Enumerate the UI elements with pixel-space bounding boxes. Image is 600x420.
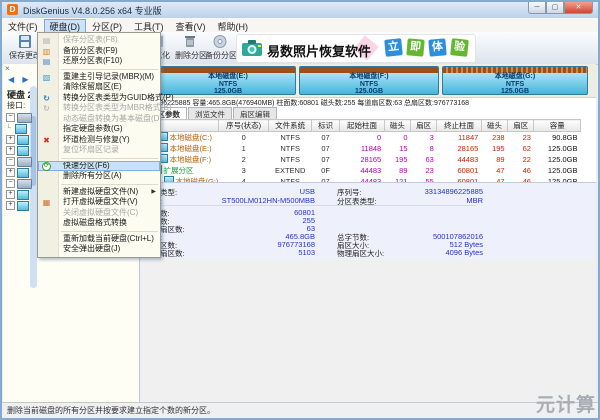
menu-separator <box>61 230 158 232</box>
camera-icon <box>241 39 263 62</box>
detail-row: 保留扇区数: 5103 物理扇区大小: 4096 Bytes <box>145 248 483 258</box>
menu-reset-bad-sectors[interactable]: 复位坏扇区记录 <box>38 145 160 156</box>
tree-node[interactable]: + <box>6 142 29 156</box>
table-header-row: 序号(状态) 文件系统 标识 起始柱面 磁头 扇区 终止柱面 磁头 扇区 容量 <box>141 119 581 132</box>
menu-vdisk-format-convert[interactable]: 虚拟磁盘格式转换 <box>38 218 160 229</box>
disk-menu-dropdown: ▤ 保存分区表(F8) ▥ 备份分区表(F9) ▤ 还原分区表(F10) ▧ 重建主引导… <box>37 32 174 258</box>
panel-close-icon[interactable]: × <box>5 64 10 73</box>
restore-table-icon: ▤ <box>42 57 51 66</box>
ad-cta-3[interactable]: 体 <box>428 38 447 57</box>
menu-dynamic-to-basic[interactable]: 动态磁盘转换为基本磁盘(D) <box>38 114 162 125</box>
menu-specify-disk-params[interactable]: 指定硬盘参数(G) <box>38 124 160 135</box>
menu-restore-partition-table[interactable]: ▤ 还原分区表(F10) <box>38 56 160 67</box>
tree-node[interactable]: └ <box>6 120 27 134</box>
disk-graph: 本地磁盘(E:) NTFS 125.0GB 本地磁盘(F:) NTFS 125.… <box>141 64 596 98</box>
tree-node[interactable]: − <box>6 109 32 123</box>
menu-new-virtual-disk[interactable]: 新建虚拟硬盘文件(N) ▶ <box>38 187 160 198</box>
app-icon: D <box>7 4 18 15</box>
menu-clear-reserved-sectors[interactable]: 清除保留扇区(E) <box>38 82 160 93</box>
menu-reload-current-disk[interactable]: 重新加载当前硬盘(Ctrl+L) <box>38 234 160 245</box>
partition-card-f[interactable]: 本地磁盘(F:) NTFS 125.0GB <box>299 66 439 95</box>
menu-save-partition-table[interactable]: ▤ 保存分区表(F8) <box>38 35 160 46</box>
close-button[interactable]: ✕ <box>564 2 593 14</box>
bad-track-icon: ✖ <box>43 135 50 145</box>
partition-icon <box>17 200 29 211</box>
menu-backup-partition-table[interactable]: ▥ 备份分区表(F9) <box>38 46 160 57</box>
title-bar[interactable]: D DiskGenius V4.8.0.256 x64 专业版 ─ ▢ ✕ <box>2 2 598 19</box>
menu-open-virtual-disk[interactable]: ▦ 打开虚拟硬盘文件(V) <box>38 197 160 208</box>
table-row[interactable]: 本地磁盘(C:) 0 NTFS 07 003 11847 238 23 90.8GB <box>142 132 581 144</box>
submenu-arrow-icon: ▶ <box>151 188 156 195</box>
ad-banner[interactable]: 易数照片恢复软件 立 即 体 验 <box>236 34 476 63</box>
maximize-button[interactable]: ▢ <box>546 2 564 14</box>
ad-cta-2[interactable]: 即 <box>406 38 425 57</box>
menu-separator <box>61 183 158 185</box>
tree-node[interactable]: − <box>6 153 32 167</box>
detail-row: 型号:ST500LM012HN-M500MBB分区表类型:MBR <box>145 196 483 206</box>
menu-bad-track-check[interactable]: ✖ 坏道检测与修复(Y) <box>38 135 160 146</box>
rebuild-mbr-icon: ▧ <box>42 72 51 82</box>
tree-node[interactable]: − <box>6 175 32 189</box>
diskgenius-window: D DiskGenius V4.8.0.256 x64 专业版 ─ ▢ ✕ 文件… <box>0 0 600 420</box>
status-bar: 删除当前磁盘的所有分区并按要求建立指定个数的新分区。 <box>2 402 598 418</box>
menu-safe-eject-disk[interactable]: 安全弹出硬盘(J) <box>38 244 160 255</box>
window-title: DiskGenius V4.8.0.256 x64 专业版 <box>23 6 162 16</box>
partition-card-e[interactable]: 本地磁盘(E:) NTFS 125.0GB <box>160 66 296 95</box>
menu-rebuild-mbr[interactable]: ▧ 重建主引导记录(MBR)(M) <box>38 72 160 83</box>
panel-nav-arrows[interactable]: ◀ ▶ <box>8 75 32 84</box>
delete-partition-button[interactable]: 删除分区 <box>175 33 207 63</box>
menu-separator <box>61 157 158 159</box>
disk-details-panel: 接口类型:USB序列号:33134896225885 型号:ST500LM012… <box>141 182 596 259</box>
minimize-button[interactable]: ─ <box>528 2 546 14</box>
tree-node[interactable]: + <box>6 131 29 145</box>
menu-bar: 文件(F) 硬盘(D) 分区(P) 工具(T) 查看(V) 帮助(H) <box>2 18 598 34</box>
tree-node[interactable]: + <box>6 186 29 200</box>
empty-area <box>141 258 596 402</box>
menu-quick-partition[interactable]: ⟳ 快速分区(F6) <box>38 160 160 171</box>
backup-partition-button[interactable]: 备份分区 <box>205 33 237 63</box>
save-icon <box>17 34 33 49</box>
main-area: 本地磁盘(E:) NTFS 125.0GB 本地磁盘(F:) NTFS 125.… <box>141 64 596 402</box>
detail-row: 接口类型: USB 序列号: 33134896225885 <box>145 187 483 197</box>
ad-cta-1[interactable]: 立 <box>384 38 403 57</box>
partition-table: 序号(状态) 文件系统 标识 起始柱面 磁头 扇区 终止柱面 磁头 扇区 容量 本地磁盘(C… <box>141 119 596 186</box>
open-vdisk-icon: ▦ <box>42 198 51 207</box>
backup-table-icon: ▥ <box>42 46 51 56</box>
menu-separator <box>61 68 158 70</box>
table-row[interactable]: 本地磁盘(E:) 1 NTFS 07 11848 15 8 28165 195 62 125… <box>142 143 581 154</box>
menu-delete-all-partitions[interactable]: 删除所有分区(A) <box>38 171 160 182</box>
save-table-icon: ▤ <box>42 36 51 45</box>
quick-partition-icon: ⟳ <box>42 161 51 171</box>
tree-node[interactable]: + <box>6 197 29 211</box>
table-row[interactable]: 本地磁盘(F:) 2 NTFS 07 28165 195 63 44483 89 22 12… <box>142 154 581 165</box>
menu-convert-to-mbr[interactable]: ↻ 转换分区表类型为MBR格式(B) <box>38 103 171 114</box>
menu-close-virtual-disk[interactable]: 关闭虚拟硬盘文件(C) <box>38 208 160 219</box>
convert-guid-icon: ↻ <box>43 93 50 103</box>
menu-convert-to-guid[interactable]: ↻ 转换分区表类型为GUID格式(P) <box>38 93 174 104</box>
table-row-extended[interactable]: 扩展分区 3 EXTEND 0F 44483 89 23 60801 47 46 125.0… <box>142 165 581 176</box>
status-text: 删除当前磁盘的所有分区并按要求建立指定个数的新分区。 <box>7 406 215 415</box>
convert-mbr-icon: ↻ <box>43 104 50 113</box>
ad-cta-4[interactable]: 验 <box>450 38 469 57</box>
tree-node[interactable]: + <box>6 164 29 178</box>
watermark: 元计算 <box>535 395 596 416</box>
trash-icon <box>182 34 198 49</box>
partition-card-g[interactable]: 本地磁盘(G:) NTFS 125.0GB <box>442 66 588 95</box>
disc-icon <box>212 34 228 49</box>
ad-text: 易数照片恢复软件 <box>267 44 372 59</box>
divider <box>143 205 476 206</box>
